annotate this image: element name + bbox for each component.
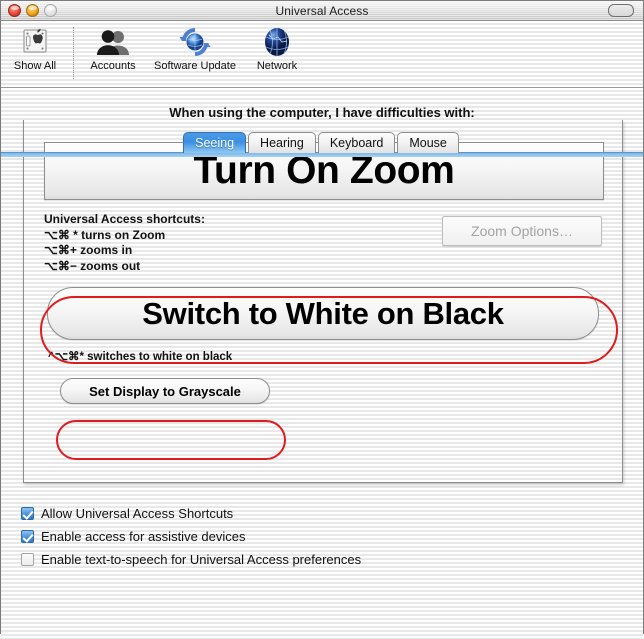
accounts-icon xyxy=(96,25,130,59)
toolbar-toggle-button[interactable] xyxy=(608,4,634,17)
toolbar-separator xyxy=(73,27,75,79)
seeing-panel-content: Turn On Zoom Universal Access shortcuts:… xyxy=(24,120,622,482)
switch-to-white-on-black-button[interactable]: Switch to White on Black xyxy=(47,287,599,340)
show-all-icon xyxy=(20,25,50,59)
white-on-black-caption: ^⌥⌘* switches to white on black xyxy=(48,351,233,363)
checkbox-row-text-to-speech[interactable]: Enable text-to-speech for Universal Acce… xyxy=(21,548,621,571)
annotation-oval-grayscale xyxy=(56,420,286,460)
shortcut-line-zoom-out: ⌥⌘− zooms out xyxy=(44,258,141,273)
tab-keyboard[interactable]: Keyboard xyxy=(317,132,396,153)
tab-seeing[interactable]: Seeing xyxy=(183,132,247,153)
toolbar-item-accounts[interactable]: Accounts xyxy=(79,25,147,72)
zoom-options-label: Zoom Options… xyxy=(471,223,573,239)
tab-label: Seeing xyxy=(195,136,235,150)
shortcuts-text: Universal Access shortcuts: ⌥⌘ * turns o… xyxy=(44,212,442,274)
prompt-text: When using the computer, I have difficul… xyxy=(169,105,475,120)
tab-label: Hearing xyxy=(260,136,304,150)
checkbox-label: Enable access for assistive devices xyxy=(41,529,246,544)
tab-bar: Seeing Hearing Keyboard Mouse xyxy=(1,130,643,153)
zoom-options-button: Zoom Options… xyxy=(442,216,602,246)
checkbox-allow-shortcuts[interactable] xyxy=(21,507,34,520)
checkbox-label: Allow Universal Access Shortcuts xyxy=(41,506,234,521)
seeing-panel: Turn On Zoom Universal Access shortcuts:… xyxy=(23,120,623,483)
toolbar-item-label: Network xyxy=(256,60,298,72)
preferences-window: Universal Access Show All Accounts Softw… xyxy=(0,0,644,639)
toolbar-item-label: Accounts xyxy=(90,60,136,72)
toolbar-item-show-all[interactable]: Show All xyxy=(1,25,69,72)
checkbox-assistive-devices[interactable] xyxy=(21,530,34,543)
window-title: Universal Access xyxy=(275,3,369,18)
preferences-toolbar: Show All Accounts Software Update Networ… xyxy=(1,21,643,90)
checkbox-label: Enable text-to-speech for Universal Acce… xyxy=(41,552,362,567)
tab-label: Mouse xyxy=(409,136,447,150)
toolbar-item-software-update[interactable]: Software Update xyxy=(147,25,243,72)
window-titlebar: Universal Access xyxy=(1,1,643,21)
checkbox-text-to-speech[interactable] xyxy=(21,553,34,566)
tab-mouse[interactable]: Mouse xyxy=(397,132,459,153)
toolbar-item-label: Software Update xyxy=(154,60,236,72)
shortcut-line-zoom-on: ⌥⌘ * turns on Zoom xyxy=(44,227,166,242)
software-update-icon xyxy=(178,25,212,59)
toolbar-item-network[interactable]: Network xyxy=(243,25,311,72)
shortcut-line-zoom-in: ⌥⌘+ zooms in xyxy=(44,243,133,257)
set-display-to-grayscale-button[interactable]: Set Display to Grayscale xyxy=(60,378,270,404)
preferences-body: When using the computer, I have difficul… xyxy=(1,88,643,639)
network-icon xyxy=(261,25,293,59)
tab-label: Keyboard xyxy=(329,136,384,150)
grayscale-label: Set Display to Grayscale xyxy=(89,383,241,399)
checkbox-row-allow-shortcuts[interactable]: Allow Universal Access Shortcuts xyxy=(21,502,621,525)
toolbar-item-label: Show All xyxy=(13,60,57,72)
checkbox-group: Allow Universal Access Shortcuts Enable … xyxy=(21,502,621,571)
tab-hearing[interactable]: Hearing xyxy=(248,132,316,153)
white-on-black-label: Switch to White on Black xyxy=(142,295,504,331)
checkbox-row-assistive-devices[interactable]: Enable access for assistive devices xyxy=(21,525,621,548)
shortcuts-row: Universal Access shortcuts: ⌥⌘ * turns o… xyxy=(44,212,602,274)
shortcuts-heading: Universal Access shortcuts: xyxy=(44,212,205,226)
